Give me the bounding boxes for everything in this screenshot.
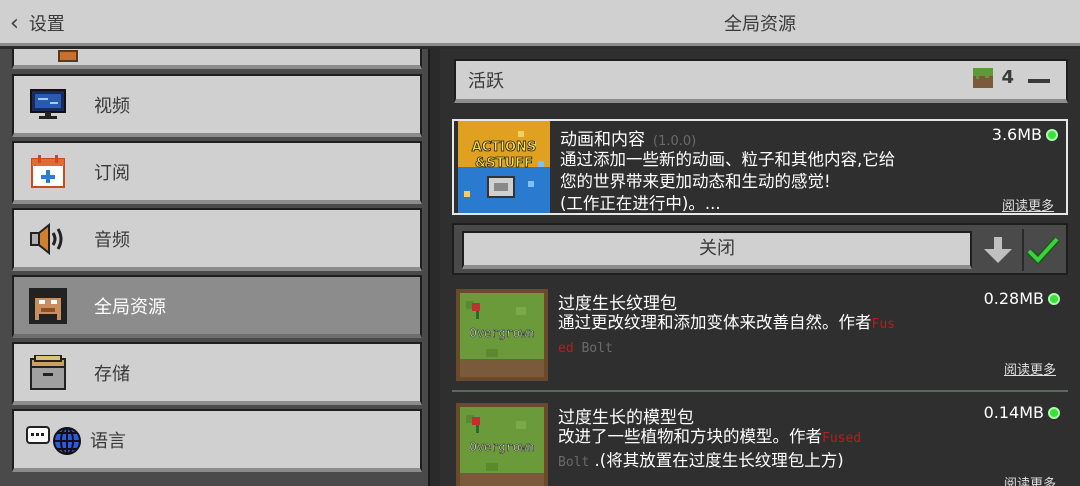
sidebar-item-label: 语言 [90,430,126,452]
partial-item-icon [58,50,78,62]
move-down-button[interactable] [980,233,1016,267]
list-separator [452,390,1068,392]
desc-line: 通过添加一些新的动画、粒子和其他内容,它给 [560,150,896,169]
pack-size-value: 0.28MB [983,289,1044,308]
sidebar-item-label: 存储 [94,363,130,385]
thumb-text: Overgrown [469,440,534,454]
author-name-red: Fused [822,431,862,446]
pack-item-selected[interactable]: ACTIONS &STUFF 动画和内容 (1.0.0) 通过添加一些新的动画、粒… [452,119,1068,215]
thumb-text-2: &STUFF [475,156,533,171]
monitor-icon [28,85,68,125]
sidebar-item-global-resources[interactable]: 全局资源 [12,275,422,338]
sidebar-item-storage[interactable]: 存储 [12,342,422,405]
desc-line: (工作正在进行中)。... [560,194,721,213]
active-count: 4 [973,67,1014,88]
active-section-header[interactable]: 活跃 4 [454,59,1068,103]
desc-main: 改进了一些植物和方块的模型。作者 [558,427,822,446]
title-bar: ‹ 设置 全局资源 [0,0,1080,46]
pack-size-value: 0.14MB [983,403,1044,422]
sidebar-item-subscriptions[interactable]: 订阅 [12,141,422,204]
sidebar-item-label: 音频 [94,229,130,251]
speaker-icon [28,219,68,259]
status-dot-icon [1048,406,1060,419]
read-more-link[interactable]: 阅读更多 [1004,473,1056,486]
author-name-red: Fus [871,317,895,332]
pack-version: (1.0.0) [653,134,697,149]
desc-main: 通过更改纹理和添加变体来改善自然。作者 [558,313,872,332]
sidebar-scroll-divider [428,49,440,486]
pack-size: 0.28MB [984,289,1060,308]
thumb-text: Overgrown [469,326,534,340]
read-more-link[interactable]: 阅读更多 [1002,195,1054,214]
pack-size: 3.6MB [992,125,1058,144]
sidebar: 视频 订阅 音频 全局资源 存储 语言 [0,49,434,486]
pack-description: 通过添加一些新的动画、粒子和其他内容,它给 您的世界带来更加动态和生动的感觉! … [560,149,990,215]
calendar-plus-icon [28,152,68,192]
arrow-down-icon [984,237,1012,263]
pack-name-text: 动画和内容 [560,130,645,150]
pack-name: 过度生长纹理包 [558,294,677,314]
main-panel: 活跃 4 ACTIONS &STUFF 动画和内容 (1.0.0) 通过添加一些新… [440,49,1080,486]
storage-box-icon [28,353,68,393]
sidebar-item-label: 订阅 [94,162,130,184]
language-globe-icon [24,420,82,460]
resource-pack-icon [28,286,68,326]
page-title: 全局资源 [724,14,796,35]
pack-description: 改进了一些植物和方块的模型。作者Fused Bolt .(将其放置在过度生长纹理… [558,426,988,474]
close-button[interactable]: 关闭 [462,231,972,269]
sidebar-item-label: 视频 [94,95,130,117]
sidebar-item-video[interactable]: 视频 [12,74,422,137]
pack-item[interactable]: Overgrown 过度生长的模型包 改进了一些植物和方块的模型。作者Fused… [452,399,1068,486]
desc-line: 您的世界带来更加动态和生动的感觉! [560,172,831,191]
sidebar-item-language[interactable]: 语言 [12,409,422,472]
pack-description: 通过更改纹理和添加变体来改善自然。作者Fus ed Bolt [558,312,988,360]
sidebar-item-partial[interactable] [12,49,422,69]
sidebar-item-audio[interactable]: 音频 [12,208,422,271]
pack-size: 0.14MB [984,403,1060,422]
back-button[interactable]: ‹ 设置 [10,8,65,38]
status-dot-icon [1046,128,1058,141]
chevron-left-icon: ‹ [10,10,19,36]
pack-item[interactable]: Overgrown 过度生长纹理包 通过更改纹理和添加变体来改善自然。作者Fus… [452,285,1068,385]
pack-thumbnail-overgrown: Overgrown [456,289,548,381]
grass-block-icon [973,67,994,88]
pack-size-value: 3.6MB [991,125,1042,144]
thumb-text-1: ACTIONS [472,140,537,155]
active-label: 活跃 [468,71,504,92]
back-label: 设置 [28,14,65,35]
pack-thumbnail-actions-stuff: ACTIONS &STUFF [458,121,550,213]
author-name-red-2: ed [558,341,574,356]
collapse-minus-icon[interactable] [1028,79,1050,83]
pack-name: 过度生长的模型包 [558,408,694,428]
read-more-link[interactable]: 阅读更多 [1004,359,1056,378]
activate-check-button[interactable] [1022,229,1062,271]
check-icon [1026,236,1060,265]
pack-control-row: 关闭 [452,223,1068,275]
status-dot-icon [1048,292,1060,305]
pack-name: 动画和内容 (1.0.0) [560,125,696,150]
author-name-gray: Bolt [573,341,613,356]
sidebar-item-label: 全局资源 [94,296,166,318]
active-count-value: 4 [1001,67,1014,88]
desc-tail: .(将其放置在过度生长纹理包上方) [589,451,844,470]
author-name-gray: Bolt [558,455,590,470]
pack-thumbnail-overgrown: Overgrown [456,403,548,486]
